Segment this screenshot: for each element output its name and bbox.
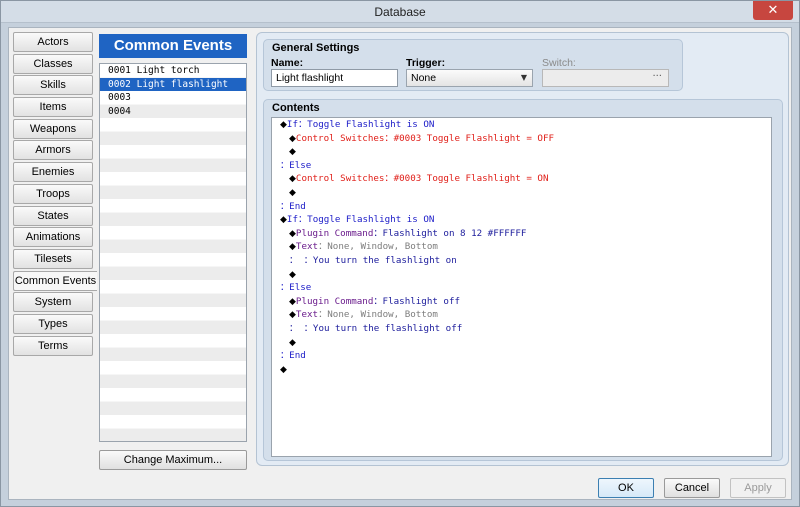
command-diamond-icon: ◆: [280, 215, 287, 226]
event-command-row[interactable]: ◆Text：None, Window, Bottom: [272, 240, 771, 254]
database-window: Database ✕ Actors Classes Skills Items Weapo…: [0, 0, 800, 507]
chevron-down-icon: ▼: [520, 73, 527, 82]
command-diamond-icon: ◆: [289, 228, 296, 239]
command-text: ： ：You turn the flashlight on: [289, 254, 457, 266]
command-text: Text: [295, 309, 319, 321]
command-text: ：End: [280, 200, 306, 212]
ok-button[interactable]: OK: [598, 478, 654, 498]
event-command-row[interactable]: ◆Plugin Command：Flashlight off: [272, 295, 771, 309]
command-text: ：Toggle Flashlight is ON: [298, 119, 435, 130]
event-editor-panel: General Settings Name: Light flashlight …: [256, 32, 789, 466]
sidebar-item-armors[interactable]: Armors: [13, 140, 93, 161]
general-settings-group: General Settings Name: Light flashlight …: [263, 39, 683, 91]
command-text: ：Flashlight off: [373, 295, 461, 307]
apply-button: Apply: [730, 478, 786, 498]
command-diamond-icon: ◆: [289, 337, 296, 348]
command-text: ：Flashlight on 8 12 #FFFFFF: [373, 227, 527, 239]
common-events-list[interactable]: 0001 Light torch 0002 Light flashlight 000…: [99, 63, 247, 442]
sidebar-item-skills[interactable]: Skills: [13, 75, 93, 96]
event-command-row[interactable]: ： ：You turn the flashlight on: [272, 254, 771, 268]
command-diamond-icon: ◆: [280, 364, 287, 375]
event-command-row[interactable]: ◆If：Toggle Flashlight is ON: [272, 213, 771, 227]
title-bar[interactable]: Database ✕: [1, 1, 799, 23]
event-command-row[interactable]: ： ：You turn the flashlight off: [272, 322, 771, 336]
name-label: Name:: [271, 57, 304, 69]
list-item[interactable]: 0001 Light torch: [100, 64, 246, 78]
event-command-row[interactable]: ◆: [272, 145, 771, 159]
database-tabs: Actors Classes Skills Items Weapons Armors Ene…: [13, 32, 97, 357]
command-text: If: [286, 119, 298, 130]
event-command-row[interactable]: ◆: [272, 363, 771, 377]
command-text: Control Switches：#0003 Toggle Flashlight…: [295, 173, 549, 185]
command-diamond-icon: ◆: [289, 242, 296, 253]
command-text: ：End: [280, 350, 306, 362]
sidebar-item-actors[interactable]: Actors: [13, 32, 93, 52]
command-text: Plugin Command: [295, 227, 374, 239]
event-command-row[interactable]: ：Else: [272, 159, 771, 173]
sidebar-item-types[interactable]: Types: [13, 313, 93, 334]
sidebar-item-troops[interactable]: Troops: [13, 183, 93, 204]
contents-title: Contents: [272, 102, 320, 114]
command-diamond-icon: ◆: [289, 147, 296, 158]
event-command-list[interactable]: ◆If：Toggle Flashlight is ON ◆Control Swit…: [271, 117, 772, 457]
command-text: ：Else: [280, 159, 312, 171]
list-item[interactable]: 0004: [100, 105, 246, 119]
window-title: Database: [374, 5, 426, 19]
sidebar-item-animations[interactable]: Animations: [13, 227, 93, 248]
command-text: Plugin Command: [295, 295, 374, 307]
event-command-row[interactable]: ◆: [272, 268, 771, 282]
switch-field: ···: [542, 69, 669, 87]
list-item[interactable]: 0002 Light flashlight: [100, 77, 246, 91]
event-command-row[interactable]: ◆Plugin Command：Flashlight on 8 12 #FFFF…: [272, 227, 771, 241]
command-diamond-icon: ◆: [289, 310, 296, 321]
event-command-row[interactable]: ：End: [272, 349, 771, 363]
command-diamond-icon: ◆: [289, 296, 296, 307]
command-text: ：None, Window, Bottom: [318, 309, 438, 321]
event-command-row[interactable]: ◆Control Switches：#0003 Toggle Flashligh…: [272, 132, 771, 146]
event-command-row[interactable]: ：End: [272, 200, 771, 214]
command-text: ：None, Window, Bottom: [318, 241, 438, 253]
command-diamond-icon: ◆: [289, 187, 296, 198]
switch-label: Switch:: [542, 57, 576, 69]
sidebar-item-classes[interactable]: Classes: [13, 53, 93, 74]
event-command-row[interactable]: ◆: [272, 186, 771, 200]
command-text: Text: [295, 241, 319, 253]
sidebar-item-terms[interactable]: Terms: [13, 335, 93, 356]
sidebar-item-enemies[interactable]: Enemies: [13, 162, 93, 183]
cancel-button[interactable]: Cancel: [664, 478, 720, 498]
command-diamond-icon: ◆: [289, 174, 296, 185]
trigger-label: Trigger:: [406, 57, 446, 69]
command-text: ：Else: [280, 282, 312, 294]
name-field[interactable]: Light flashlight: [271, 69, 398, 87]
command-text: If: [286, 214, 298, 226]
sidebar-item-common-events[interactable]: Common Events: [13, 270, 97, 291]
event-command-row[interactable]: ：Else: [272, 281, 771, 295]
sidebar-item-weapons[interactable]: Weapons: [13, 118, 93, 139]
command-diamond-icon: ◆: [280, 120, 287, 130]
command-text: ： ：You turn the flashlight off: [289, 322, 463, 334]
switch-browse-button: ···: [652, 71, 662, 82]
trigger-value: None: [411, 72, 437, 84]
command-diamond-icon: ◆: [289, 133, 296, 144]
sidebar-item-tilesets[interactable]: Tilesets: [13, 248, 93, 269]
sidebar-item-system[interactable]: System: [13, 292, 93, 313]
client-area: Actors Classes Skills Items Weapons Armors Ene…: [8, 27, 792, 500]
close-icon[interactable]: ✕: [753, 1, 793, 20]
sidebar-item-states[interactable]: States: [13, 205, 93, 226]
contents-group: Contents ◆If：Toggle Flashlight is ON ◆Con…: [263, 99, 783, 461]
command-text: Control Switches：#0003 Toggle Flashlight…: [295, 132, 555, 144]
trigger-select[interactable]: None ▼: [406, 69, 533, 87]
list-header: Common Events: [99, 34, 247, 58]
event-command-row[interactable]: ◆Text：None, Window, Bottom: [272, 308, 771, 322]
sidebar-item-items[interactable]: Items: [13, 97, 93, 118]
general-settings-title: General Settings: [272, 42, 360, 54]
change-maximum-button[interactable]: Change Maximum...: [99, 450, 247, 470]
event-command-row[interactable]: ◆Control Switches：#0003 Toggle Flashligh…: [272, 172, 771, 186]
list-item[interactable]: 0003: [100, 91, 246, 105]
command-diamond-icon: ◆: [289, 269, 296, 280]
event-command-row[interactable]: ◆: [272, 336, 771, 350]
command-text: ：Toggle Flashlight is ON: [298, 214, 435, 226]
event-command-row[interactable]: ◆If：Toggle Flashlight is ON: [272, 118, 771, 132]
